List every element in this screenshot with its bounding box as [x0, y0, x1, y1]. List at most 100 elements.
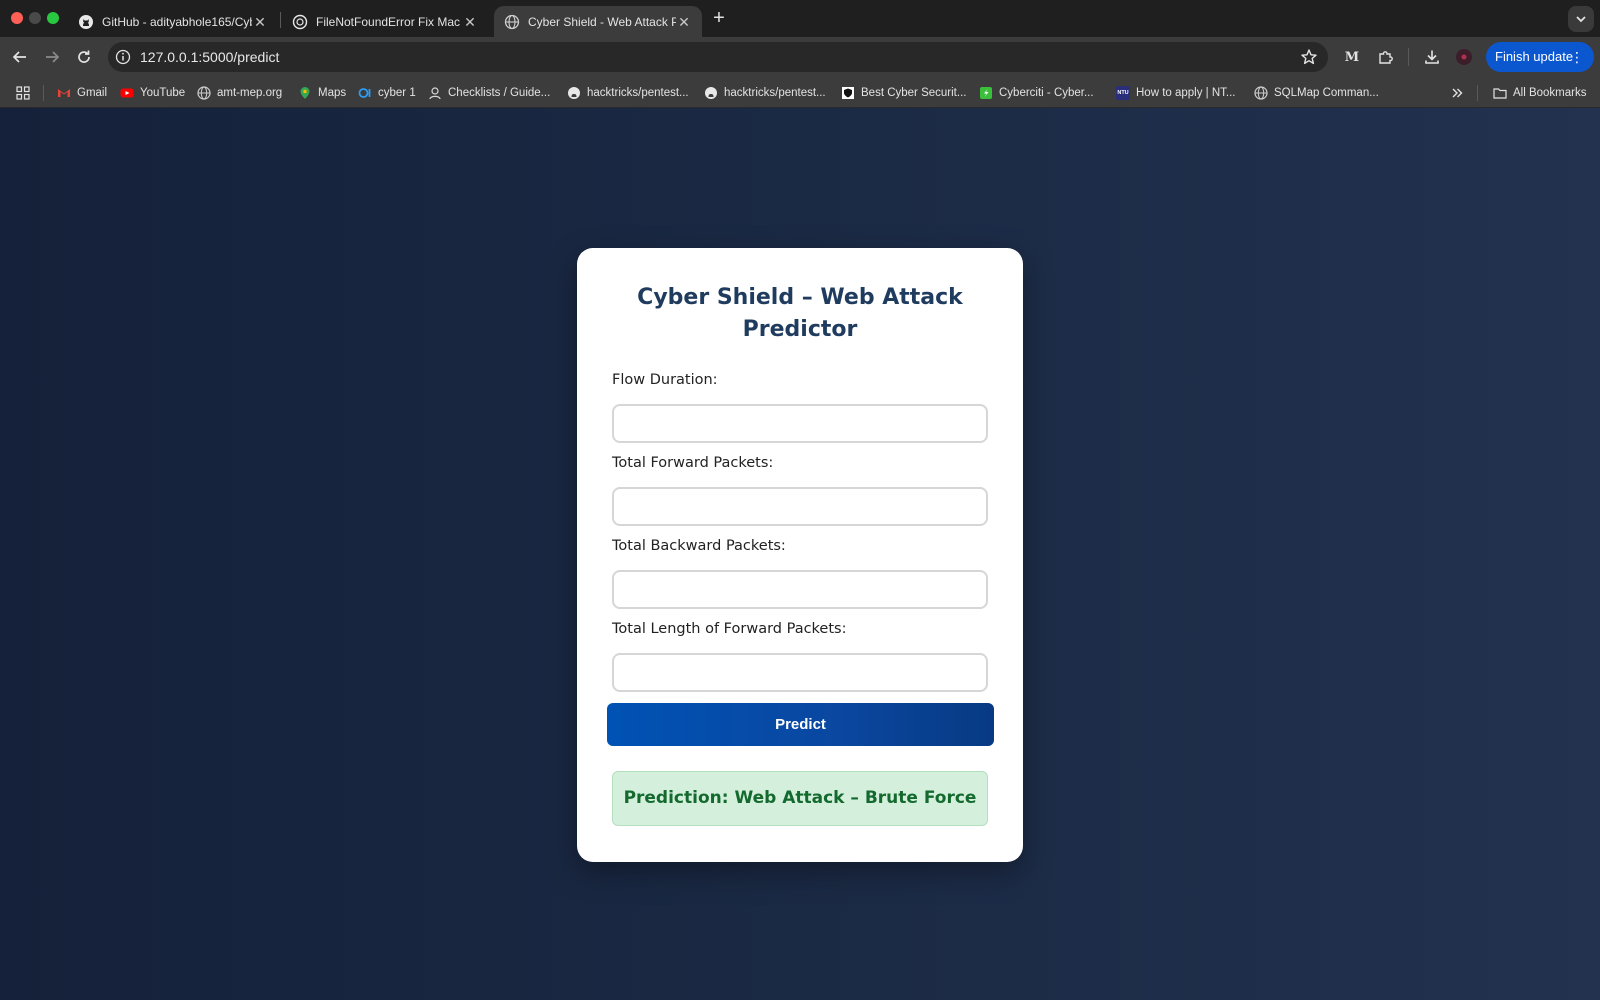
bookmark-sqlmap[interactable]: SQLMap Comman...	[1254, 83, 1379, 103]
back-button[interactable]	[8, 45, 32, 69]
tab-github[interactable]: GitHub - adityabhole165/Cyb ✕	[68, 6, 278, 37]
bookmark-label: hacktricks/pentest...	[724, 87, 826, 99]
bookmark-label: Gmail	[77, 87, 108, 99]
finish-update-label: Finish update	[1495, 49, 1574, 64]
close-window-button[interactable]	[11, 12, 23, 24]
bookmarks-bar: Gmail YouTube amt-mep.org Maps cyber 1 C…	[0, 77, 1600, 108]
medium-extension-icon[interactable]: M	[1340, 45, 1364, 69]
maximize-window-button[interactable]	[47, 12, 59, 24]
site-info-icon[interactable]	[114, 48, 132, 66]
minimize-window-button[interactable]	[29, 12, 41, 24]
gmail-icon	[58, 89, 70, 97]
bookmark-label: Maps	[318, 87, 347, 99]
bookmark-hacktricks-1[interactable]: hacktricks/pentest...	[567, 83, 689, 103]
bookmark-gmail[interactable]: Gmail	[57, 83, 107, 103]
github-icon	[568, 87, 580, 99]
tab-cyber-shield[interactable]: Cyber Shield - Web Attack Pr ✕	[494, 6, 702, 37]
bookmarks-divider	[1477, 85, 1478, 101]
apps-grid-icon	[16, 86, 30, 100]
toolbar-divider	[1408, 48, 1409, 66]
total-forward-packets-label: Total Forward Packets:	[612, 455, 774, 471]
profile-avatar[interactable]	[1452, 45, 1476, 69]
bookmark-amt-mep[interactable]: amt-mep.org	[197, 83, 282, 103]
bookmark-cyber-1[interactable]: cyber 1	[358, 83, 416, 103]
bookmark-label: amt-mep.org	[217, 87, 283, 99]
finish-update-button[interactable]: Finish update ⋮	[1486, 42, 1594, 72]
extensions-button[interactable]	[1374, 45, 1398, 69]
more-menu-icon: ⋮	[1570, 49, 1584, 65]
bookmark-hacktricks-2[interactable]: hacktricks/pentest...	[704, 83, 826, 103]
tab-filenotfound[interactable]: FileNotFoundError Fix Mac ✕	[282, 6, 488, 37]
bookmark-label: SQLMap Comman...	[1274, 87, 1379, 99]
bookmark-checklists[interactable]: Checklists / Guide...	[428, 83, 550, 103]
chevron-down-icon	[1576, 16, 1586, 23]
openai-icon	[292, 14, 308, 29]
total-length-forward-packets-input[interactable]	[612, 653, 988, 692]
total-backward-packets-input[interactable]	[612, 570, 988, 609]
tab-search-button[interactable]	[1568, 6, 1594, 32]
download-icon	[1425, 50, 1439, 64]
bookmark-label: cyber 1	[378, 87, 416, 99]
all-bookmarks-label: All Bookmarks	[1513, 87, 1587, 99]
bookmark-best-cyber[interactable]: Best Cyber Securit...	[841, 83, 966, 103]
maps-icon	[300, 87, 310, 99]
folder-icon	[1493, 88, 1507, 99]
cyberciti-icon	[980, 87, 992, 99]
total-forward-packets-input[interactable]	[612, 487, 988, 526]
o1-icon	[358, 88, 371, 98]
checklist-icon	[429, 87, 441, 100]
browser-toolbar: 127.0.0.1:5000/predict M Finish update ⋮	[0, 37, 1600, 77]
bookmark-youtube[interactable]: YouTube	[120, 83, 185, 103]
predictor-card: Cyber Shield – Web Attack Predictor Flow…	[577, 248, 1023, 862]
predict-button[interactable]: Predict	[607, 703, 994, 746]
ntu-icon: NTU	[1116, 86, 1130, 100]
bookmark-maps[interactable]: Maps	[298, 83, 346, 103]
youtube-icon	[120, 88, 134, 98]
globe-icon	[197, 86, 211, 100]
tab-title: FileNotFoundError Fix Mac	[316, 14, 461, 29]
github-icon	[79, 14, 93, 29]
puzzle-icon	[1379, 51, 1393, 64]
bookmark-ntu[interactable]: NTU How to apply | NT...	[1116, 83, 1236, 103]
total-length-forward-packets-label: Total Length of Forward Packets:	[612, 621, 847, 637]
flow-duration-label: Flow Duration:	[612, 372, 718, 388]
bookmark-label: How to apply | NT...	[1136, 87, 1236, 99]
bookmark-star-icon[interactable]	[1300, 48, 1318, 66]
bookmarks-divider	[43, 85, 44, 101]
bookmark-label: YouTube	[140, 87, 186, 99]
bookmark-cyberciti[interactable]: Cyberciti - Cyber...	[979, 83, 1094, 103]
chevrons-right-icon	[1452, 88, 1463, 98]
tab-separator	[280, 12, 281, 28]
bookmark-label: Best Cyber Securit...	[861, 87, 967, 99]
github-icon	[705, 87, 717, 99]
more-bookmarks-button[interactable]	[1450, 83, 1464, 103]
all-bookmarks-button[interactable]: All Bookmarks	[1493, 83, 1587, 103]
address-url: 127.0.0.1:5000/predict	[140, 49, 280, 65]
globe-icon	[1254, 86, 1268, 100]
bookmark-label: Cyberciti - Cyber...	[999, 87, 1094, 99]
close-tab-icon[interactable]: ✕	[252, 14, 268, 30]
new-tab-button[interactable]: +	[709, 8, 729, 29]
apps-button[interactable]	[16, 83, 30, 103]
tab-title: Cyber Shield - Web Attack Pr	[528, 14, 676, 29]
arrow-right-icon	[46, 51, 60, 63]
prediction-result: Prediction: Web Attack – Brute Force	[612, 771, 988, 826]
avatar-icon	[1456, 49, 1472, 65]
bookmark-label: hacktricks/pentest...	[587, 87, 689, 99]
forward-button[interactable]	[40, 45, 64, 69]
total-backward-packets-label: Total Backward Packets:	[612, 538, 786, 554]
globe-icon	[504, 14, 520, 29]
address-bar[interactable]: 127.0.0.1:5000/predict	[108, 42, 1328, 72]
close-tab-icon[interactable]: ✕	[462, 14, 478, 30]
arrow-left-icon	[12, 51, 26, 63]
tab-strip: GitHub - adityabhole165/Cyb ✕ FileNotFou…	[0, 0, 1600, 37]
flow-duration-input[interactable]	[612, 404, 988, 443]
shield-icon	[842, 87, 854, 99]
reload-button[interactable]	[72, 45, 96, 69]
downloads-button[interactable]	[1420, 45, 1444, 69]
tab-title: GitHub - adityabhole165/Cyb	[102, 14, 252, 29]
page-background: Cyber Shield – Web Attack Predictor Flow…	[0, 108, 1600, 1000]
page-title: Cyber Shield – Web Attack Predictor	[637, 285, 963, 342]
reload-icon	[78, 50, 90, 63]
close-tab-icon[interactable]: ✕	[676, 14, 692, 30]
